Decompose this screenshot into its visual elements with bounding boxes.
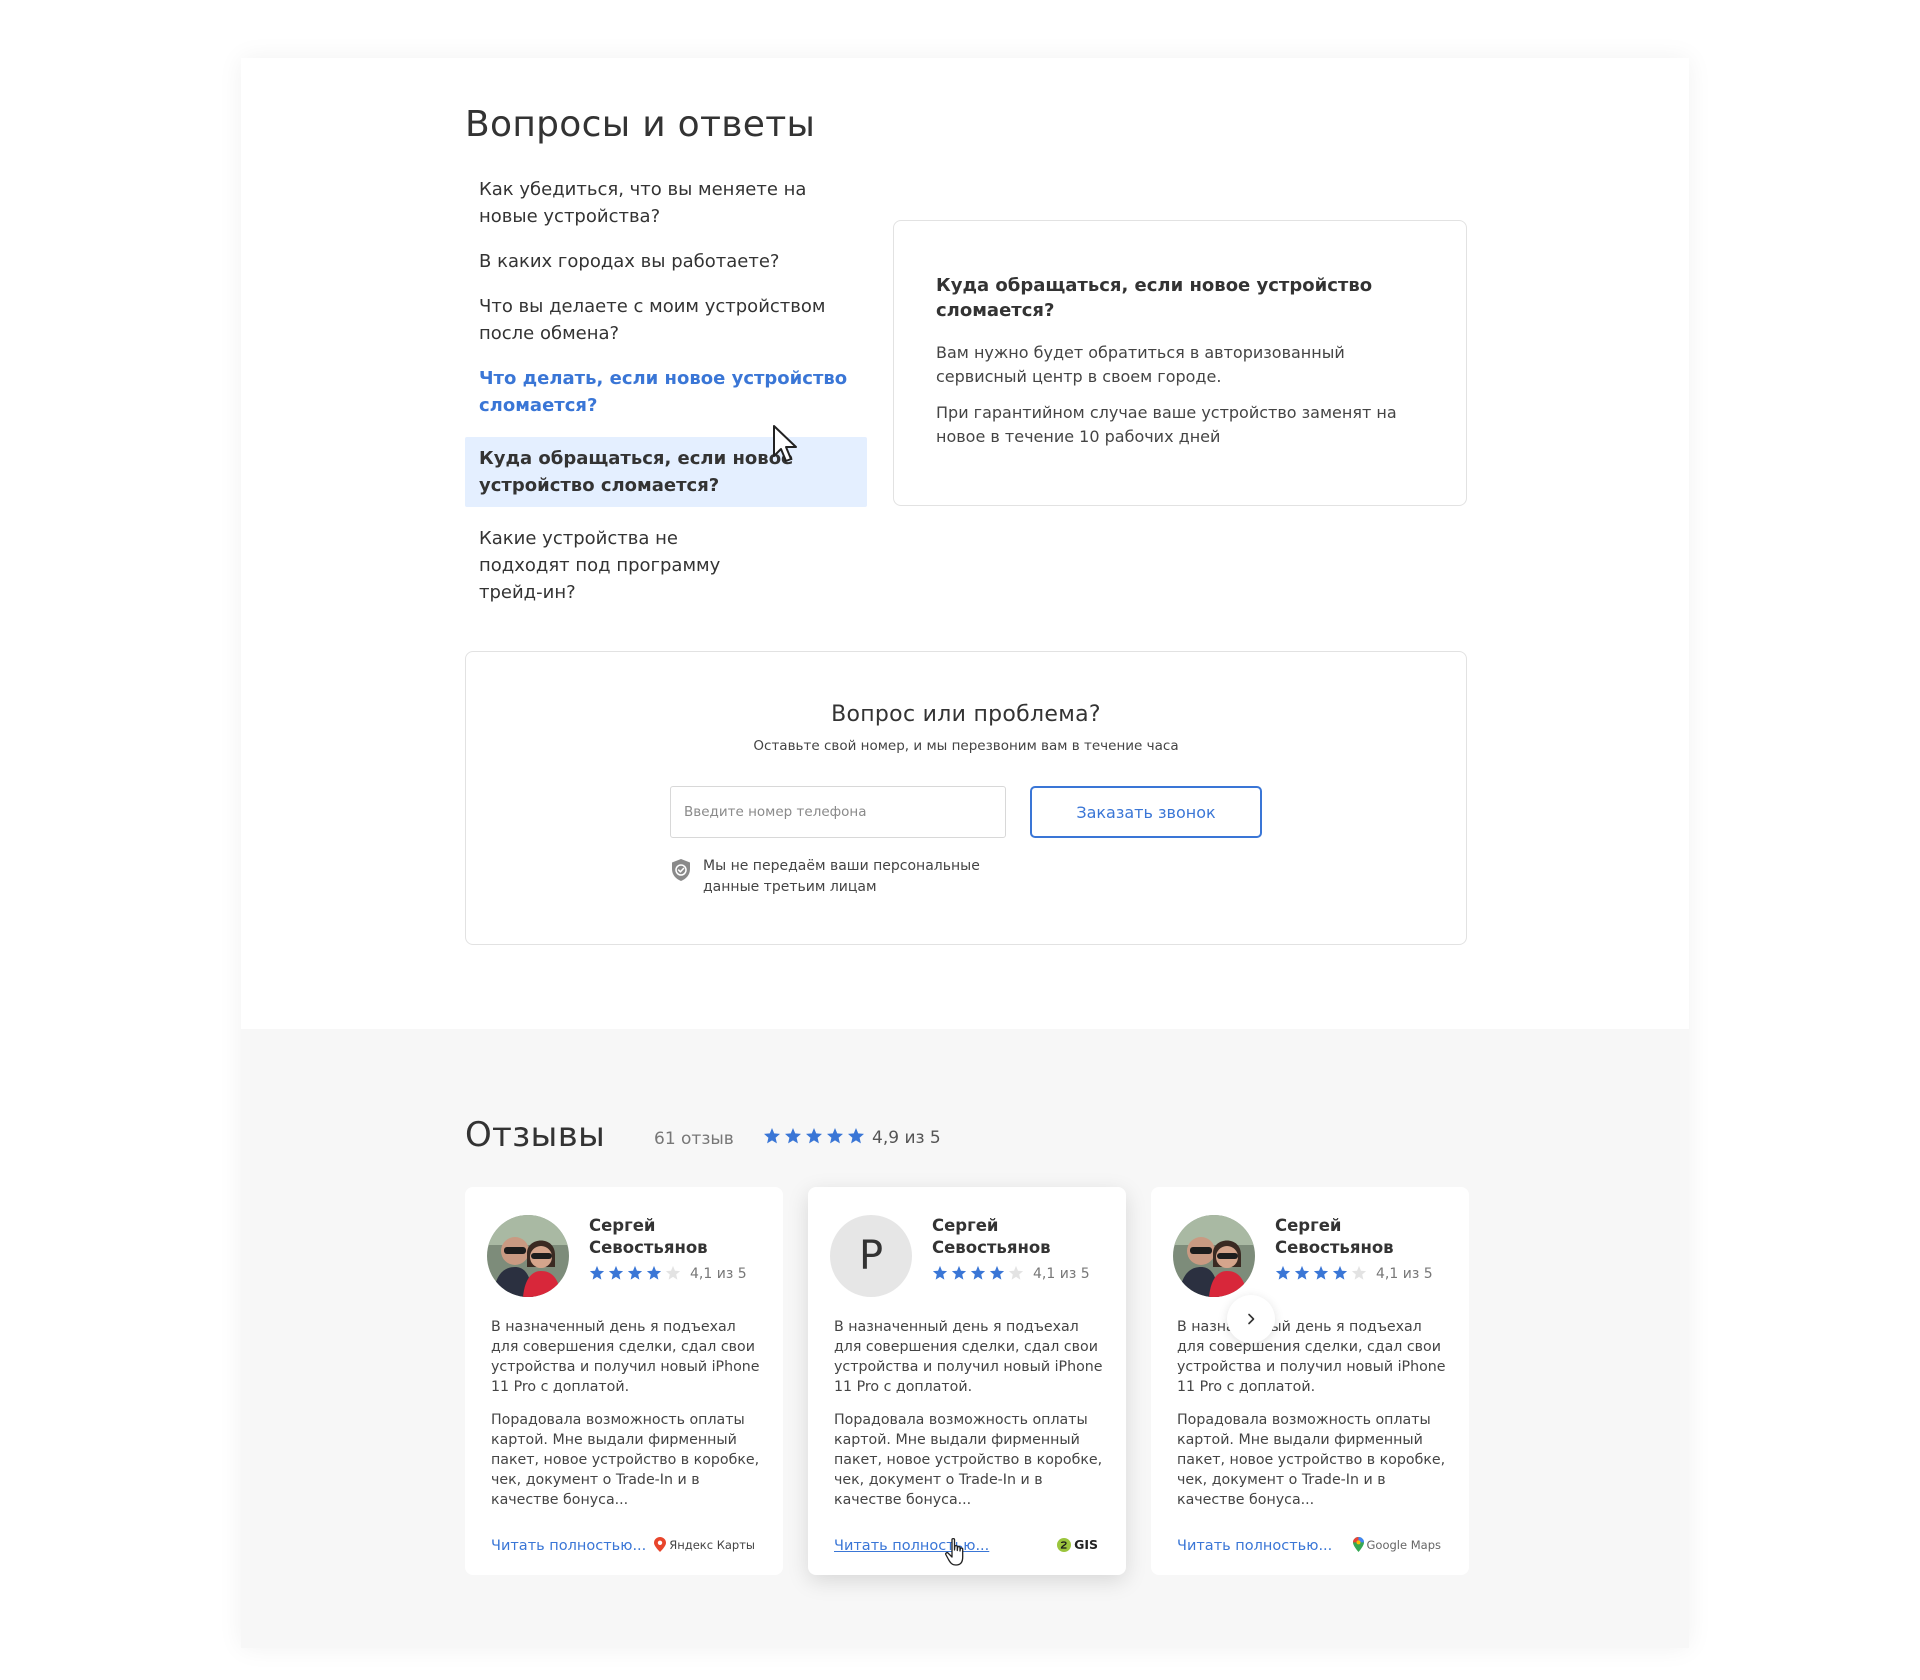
privacy-note: Мы не передаём ваши персональные данные … <box>670 856 993 898</box>
review-paragraph: Порадовала возможность оплаты картой. Мн… <box>834 1412 1103 1508</box>
hand-cursor-icon <box>945 1537 964 1566</box>
star-icon <box>848 1128 864 1144</box>
faq-question[interactable]: Как убедиться, что вы меняете на новые у… <box>465 176 867 230</box>
star-icon <box>806 1128 822 1144</box>
faq-question[interactable]: Что вы делаете с моим устройством после … <box>465 293 867 347</box>
callback-title: Вопрос или проблема? <box>831 702 1101 727</box>
faq-title: Вопросы и ответы <box>465 104 816 145</box>
star-icon <box>970 1265 986 1280</box>
callback-subtitle: Оставьте свой номер, и мы перезвоним вам… <box>753 738 1179 754</box>
avatar-photo <box>1173 1215 1255 1297</box>
star-icon <box>665 1265 681 1280</box>
star-icon <box>589 1265 605 1280</box>
review-text: В назначенный день я подъехал для соверш… <box>1177 1317 1447 1523</box>
star-icon <box>989 1265 1005 1280</box>
source-label: Google Maps <box>1366 1537 1441 1552</box>
read-more-link[interactable]: Читать полностью... <box>1177 1538 1332 1554</box>
star-icon <box>646 1265 662 1280</box>
star-icon <box>1332 1265 1348 1280</box>
review-rating: 4,1 из 5 <box>690 1266 747 1282</box>
review-paragraph: Порадовала возможность оплаты картой. Мн… <box>491 1412 760 1508</box>
star-icon <box>1313 1265 1329 1280</box>
review-card: Р Сергей Севостьянов 4,1 из 5 В назначен… <box>808 1187 1126 1575</box>
reviews-title: Отзывы <box>465 1115 606 1155</box>
review-stars <box>1275 1265 1367 1281</box>
star-icon <box>627 1265 643 1280</box>
answer-title: Куда обращаться, если новое устройство с… <box>936 275 1373 321</box>
star-icon <box>932 1265 948 1280</box>
review-source: Google Maps <box>1352 1537 1441 1552</box>
reviewer-name: Сергей Севостьянов <box>589 1216 708 1257</box>
review-card: Сергей Севостьянов 4,1 из 5 В назначенны… <box>465 1187 783 1575</box>
reviews-count: 61 отзыв <box>654 1129 734 1149</box>
source-label: GIS <box>1074 1537 1098 1552</box>
review-source: Яндекс Карты <box>654 1537 755 1552</box>
reviews-stars <box>763 1127 865 1145</box>
faq-question[interactable]: Какие устройства не подходят под програм… <box>465 525 867 606</box>
review-paragraph: В назначенный день я подъехал для соверш… <box>1177 1319 1446 1395</box>
review-paragraph: Порадовала возможность оплаты картой. Мн… <box>1177 1412 1446 1508</box>
review-card: Сергей Севостьянов 4,1 из 5 В назначенны… <box>1151 1187 1469 1575</box>
source-label: Яндекс Карты <box>669 1537 755 1552</box>
review-source: GIS <box>1057 1537 1098 1552</box>
review-paragraph: В назначенный день я подъехал для соверш… <box>491 1319 760 1395</box>
reviewer-name: Сергей Севостьянов <box>1275 1216 1394 1257</box>
star-icon <box>608 1265 624 1280</box>
faq-list: Как убедиться, что вы меняете на новые у… <box>465 176 867 624</box>
review-text: В назначенный день я подъехал для соверш… <box>491 1317 761 1523</box>
reviewer-name: Сергей Севостьянов <box>932 1216 1051 1257</box>
star-icon <box>951 1265 967 1280</box>
cursor-arrow-icon <box>773 425 797 462</box>
chevron-right-icon <box>1248 1313 1255 1325</box>
answer-card: Куда обращаться, если новое устройство с… <box>893 220 1467 506</box>
yandex-maps-pin-icon <box>654 1537 667 1552</box>
star-icon <box>827 1128 843 1144</box>
review-paragraph: В назначенный день я подъехал для соверш… <box>834 1319 1103 1395</box>
privacy-text: Мы не передаём ваши персональные данные … <box>703 858 980 895</box>
star-icon <box>764 1128 780 1144</box>
faq-question-hovered[interactable]: Что делать, если новое устройство сломае… <box>465 365 867 419</box>
star-icon <box>1294 1265 1310 1280</box>
faq-question-active[interactable]: Куда обращаться, если новое устройство с… <box>465 437 867 507</box>
google-maps-pin-icon <box>1352 1537 1364 1552</box>
faq-question[interactable]: В каких городах вы работаете? <box>465 248 867 275</box>
star-icon <box>1008 1265 1024 1280</box>
phone-input[interactable] <box>670 786 1006 838</box>
star-icon <box>785 1128 801 1144</box>
review-text: В назначенный день я подъехал для соверш… <box>834 1317 1104 1523</box>
carousel-next-button[interactable] <box>1227 1295 1275 1343</box>
review-rating: 4,1 из 5 <box>1033 1266 1090 1282</box>
page: Вопросы и ответы Как убедиться, что вы м… <box>241 58 1689 1648</box>
review-stars <box>932 1265 1024 1281</box>
2gis-icon <box>1057 1537 1072 1552</box>
star-icon <box>1275 1265 1291 1280</box>
shield-check-icon <box>672 859 690 881</box>
answer-paragraph: Вам нужно будет обратиться в авторизован… <box>936 343 1345 386</box>
review-stars <box>589 1265 681 1281</box>
callback-form: Вопрос или проблема? Оставьте свой номер… <box>465 651 1467 945</box>
review-rating: 4,1 из 5 <box>1376 1266 1433 1282</box>
star-icon <box>1351 1265 1367 1280</box>
reviews-rating: 4,9 из 5 <box>872 1128 941 1148</box>
answer-paragraph: При гарантийном случае ваше устройство з… <box>936 403 1397 446</box>
avatar <box>487 1215 569 1297</box>
avatar-photo <box>487 1215 569 1297</box>
avatar: Р <box>830 1215 912 1297</box>
avatar <box>1173 1215 1255 1297</box>
read-more-link[interactable]: Читать полностью... <box>491 1538 646 1554</box>
order-call-button[interactable]: Заказать звонок <box>1030 786 1262 838</box>
